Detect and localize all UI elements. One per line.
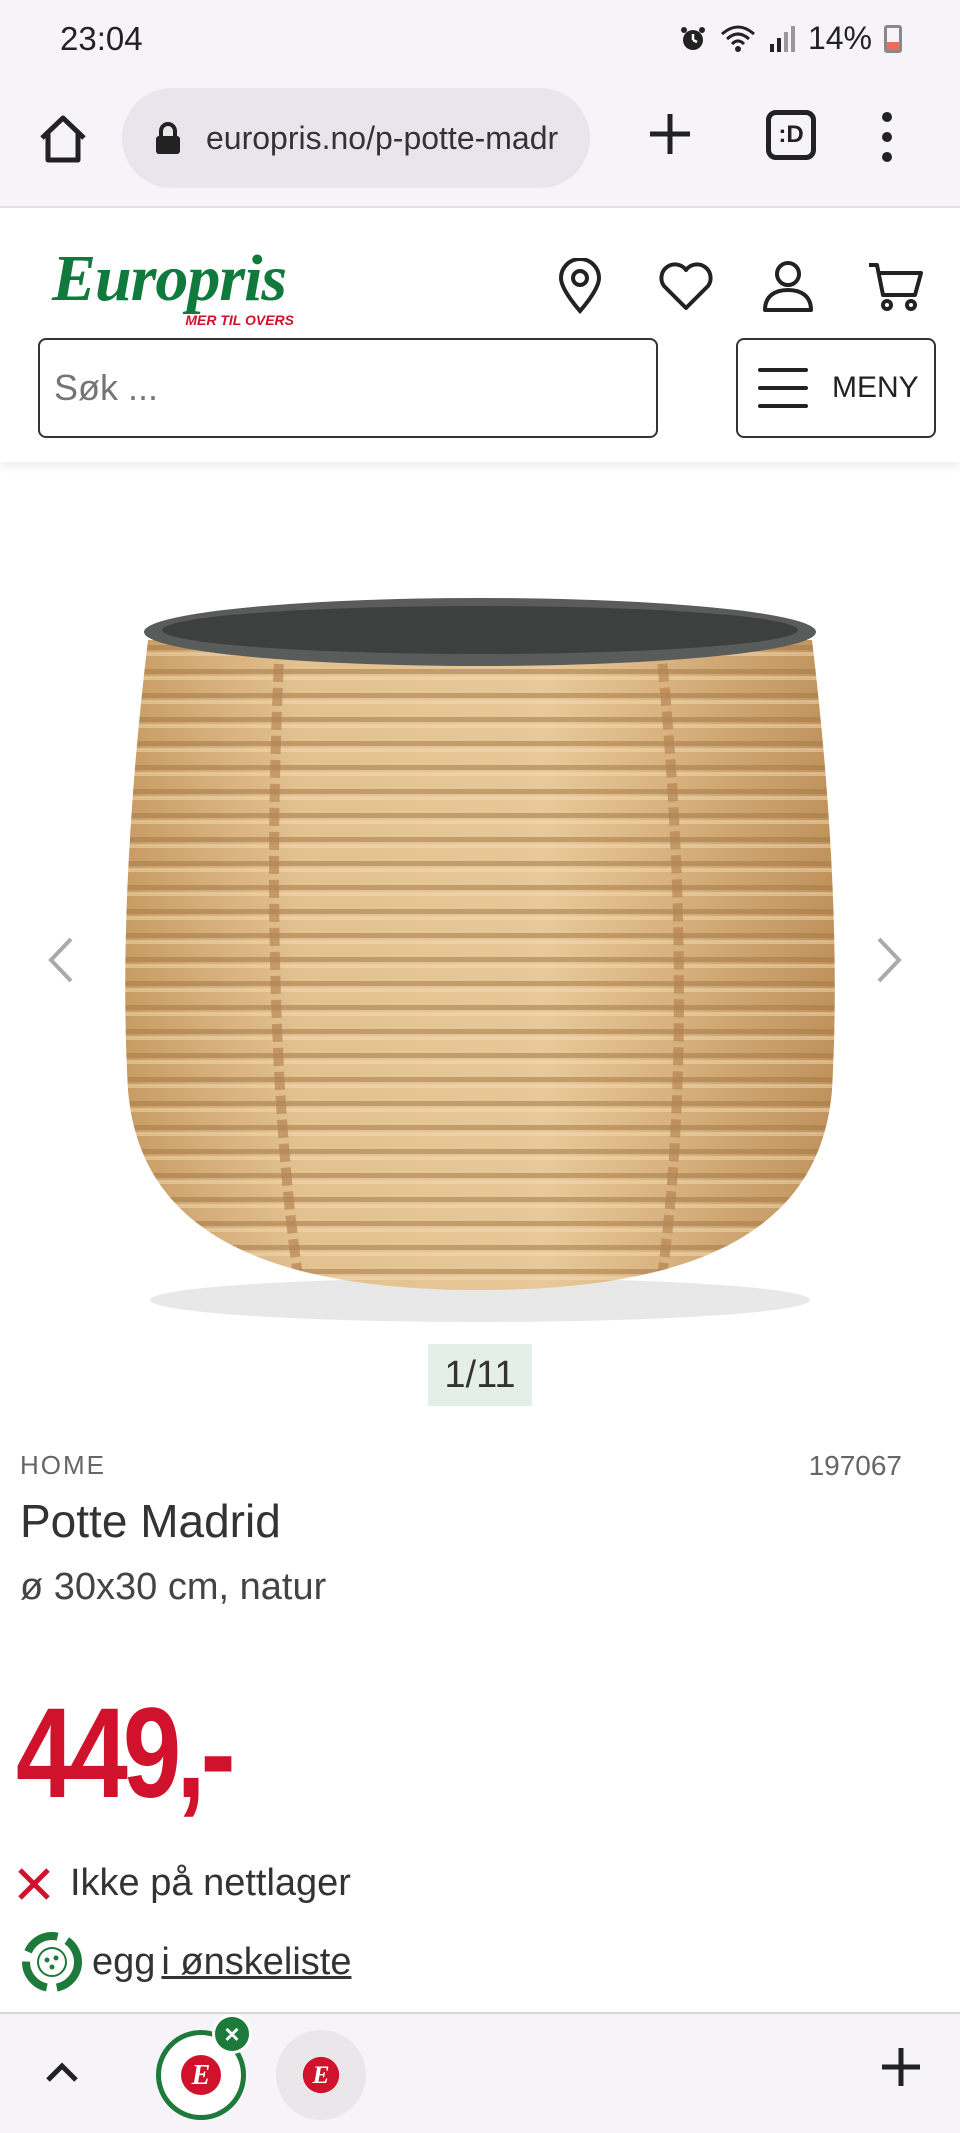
europris-logo[interactable]: Europris MER TIL OVERS [52,242,302,329]
url-bar[interactable]: europris.no/p-potte-madr [122,88,590,188]
dot-icon [882,112,892,122]
battery-percent: 14% [807,20,872,56]
gallery-next-button[interactable] [860,920,920,1000]
dot-icon [882,152,892,162]
lock-icon [156,122,180,154]
home-button[interactable] [28,104,98,174]
europris-tab-icon: E [181,2055,221,2095]
tab-europris[interactable]: E [276,2030,366,2120]
close-icon [18,1867,50,1900]
browser-bottom-bar: E × E [0,2012,960,2133]
chevron-right-icon [877,937,902,983]
add-tab-button[interactable] [876,2042,926,2092]
status-bar: 23:04 14% [0,0,960,82]
store-locator-button[interactable] [548,254,612,318]
url-text: europris.no/p-potte-madr [206,119,559,156]
user-icon [763,261,813,312]
loading-spinner-icon [22,1932,82,1992]
gallery-counter: 1/11 [428,1344,532,1406]
cart-icon [869,263,923,311]
wifi-icon [720,25,755,52]
menu-label: MENY [832,371,919,404]
alarm-icon [680,26,705,50]
logo-tagline: MER TIL OVERS [185,312,294,328]
status-icons: 14% [678,20,902,57]
chevron-left-icon [48,937,73,983]
svg-text:E: E [191,2060,211,2091]
cart-button[interactable] [864,254,928,318]
menu-button[interactable]: MENY [736,338,936,438]
logo-text: Europris [52,242,287,315]
product-title: Potte Madrid [20,1495,281,1547]
product-gallery: 1/11 [0,470,960,1410]
stock-status: Ikke på nettlager [16,1862,351,1905]
heart-icon [659,262,713,310]
tab-switcher-button[interactable]: :D [766,110,816,160]
dot-icon [882,132,892,142]
product-sku: 197067 [808,1450,902,1481]
svg-text:E: E [312,2060,330,2089]
wishlist-button[interactable] [654,254,718,318]
battery-icon [884,24,902,53]
product-brand[interactable]: HOME [20,1450,106,1481]
product-image[interactable] [120,530,840,1330]
product-price: 449,- [16,1682,236,1825]
gallery-prev-button[interactable] [30,920,90,1000]
browser-toolbar: europris.no/p-potte-madr :D [0,82,960,208]
hamburger-icon [758,368,808,408]
new-tab-button[interactable] [640,104,700,164]
europris-tab-icon: E [302,2056,340,2094]
chevron-up-icon[interactable] [40,2050,84,2094]
site-header: Europris MER TIL OVERS MENY [0,210,960,462]
account-button[interactable] [756,254,820,318]
stock-status-text: Ikke på nettlager [70,1862,351,1904]
search-input[interactable] [38,338,658,438]
home-icon [40,115,86,163]
product-subtitle: ø 30x30 cm, natur [20,1566,327,1608]
signal-icon [769,25,795,52]
wishlist-text-prefix: egg [92,1940,156,1983]
add-to-wishlist[interactable]: egg i ønskeliste [18,1928,351,1996]
browser-menu-button[interactable] [872,112,902,162]
wishlist-link[interactable]: i ønskeliste [161,1941,351,1984]
location-pin-icon [558,258,602,314]
close-tab-button[interactable]: × [212,2014,252,2054]
status-time: 23:04 [60,20,143,57]
